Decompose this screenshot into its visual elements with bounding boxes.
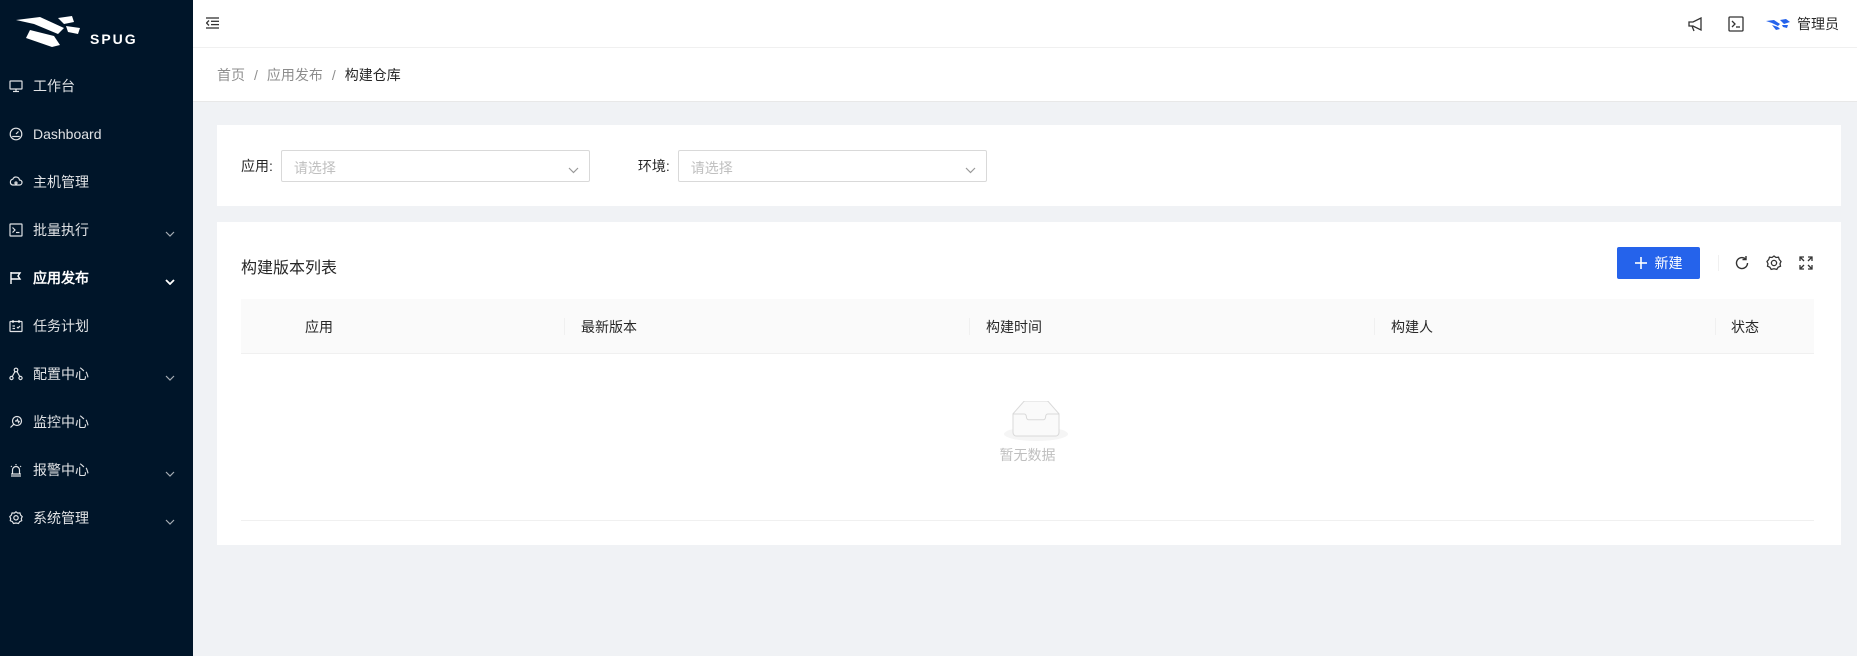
notification-icon[interactable] [1686, 14, 1706, 34]
desktop-icon [8, 78, 24, 94]
reload-icon[interactable] [1733, 254, 1751, 272]
table-header: 应用 最新版本 构建时间 构建人 状态 [241, 299, 1814, 354]
sidebar-menu: 工作台 Dashboard 主机管理批量执行应用发布任务计划配置中心监控中心报警中心… [0, 66, 193, 538]
deployment-unit-icon [8, 366, 24, 382]
toolbar-divider [1718, 255, 1719, 271]
column-divider [1374, 318, 1375, 335]
setting-icon [8, 510, 24, 526]
svg-text:SPUG: SPUG [90, 31, 138, 47]
column-header-build-time[interactable]: 构建时间 [986, 317, 1042, 337]
sidebar-item-9[interactable]: 系统管理 [0, 498, 193, 538]
terminal-icon[interactable] [1726, 14, 1746, 34]
new-button-label: 新建 [1654, 255, 1683, 271]
column-divider [1715, 318, 1716, 335]
breadcrumb-current: 构建仓库 [344, 66, 401, 83]
header-actions: 管理员 [1666, 0, 1839, 48]
column-header-latest-version[interactable]: 最新版本 [581, 317, 637, 337]
empty-box-icon [1004, 400, 1068, 445]
sidebar-item-label: 应用发布 [33, 270, 89, 286]
code-icon [8, 222, 24, 238]
sidebar-item-7[interactable]: 监控中心 [0, 402, 193, 442]
chevron-down-icon [165, 368, 175, 384]
cloud-server-icon [8, 174, 24, 190]
app-select[interactable]: 请选择 [280, 149, 590, 182]
sidebar-item-label: 工作台 [33, 78, 75, 94]
chevron-down-icon [165, 224, 175, 240]
env-filter-label: 环境: [637, 157, 670, 174]
logo[interactable]: SPUG [0, 0, 193, 64]
sidebar-item-3[interactable]: 批量执行 [0, 210, 193, 250]
schedule-icon [8, 318, 24, 334]
fullscreen-icon[interactable] [1797, 254, 1815, 272]
sidebar-item-label: 任务计划 [33, 318, 89, 334]
breadcrumb-separator: / [254, 66, 258, 83]
sidebar-item-1[interactable]: Dashboard [0, 114, 193, 154]
user-name: 管理员 [1797, 16, 1839, 32]
column-header-status[interactable]: 状态 [1731, 317, 1759, 337]
table-empty-state: 暂无数据 [241, 354, 1814, 521]
env-select[interactable]: 请选择 [677, 149, 987, 182]
chevron-down-icon [568, 161, 579, 177]
monitor-icon [8, 414, 24, 430]
menu-fold-icon[interactable] [205, 16, 219, 32]
sidebar-item-label: 系统管理 [33, 510, 89, 526]
sidebar-item-8[interactable]: 报警中心 [0, 450, 193, 490]
app-filter-label: 应用: [241, 157, 273, 174]
sidebar-item-label: 报警中心 [33, 462, 89, 478]
chevron-down-icon [165, 464, 175, 480]
breadcrumb-parent[interactable]: 应用发布 [267, 65, 323, 85]
sidebar-item-label: 主机管理 [33, 174, 89, 190]
sidebar-item-label: 配置中心 [33, 366, 89, 382]
sidebar-item-label: 监控中心 [33, 414, 89, 430]
sidebar-item-6[interactable]: 配置中心 [0, 354, 193, 394]
breadcrumb-home[interactable]: 首页 [217, 65, 245, 85]
top-header: 管理员 [193, 0, 1857, 48]
breadcrumb-separator: / [331, 66, 336, 83]
alert-icon [8, 462, 24, 478]
filter-panel: 应用: 请选择 环境: 请选择 [217, 125, 1841, 206]
sidebar-item-0[interactable]: 工作台 [0, 66, 193, 106]
sidebar-item-label: Dashboard [33, 126, 102, 142]
flag-icon [8, 270, 24, 286]
sidebar-item-2[interactable]: 主机管理 [0, 162, 193, 202]
column-divider [564, 318, 565, 335]
plus-icon [1634, 257, 1647, 269]
column-divider [969, 318, 970, 335]
sidebar-item-4[interactable]: 应用发布 [0, 258, 193, 298]
spug-logo-icon: SPUG [16, 16, 138, 47]
app-select-placeholder: 请选择 [293, 159, 336, 176]
column-header-app[interactable]: 应用 [305, 317, 333, 337]
chevron-down-icon [165, 272, 175, 288]
column-header-builder[interactable]: 构建人 [1391, 317, 1433, 337]
build-list-card: 构建版本列表 新建 应用 最新版本 构建时间 构建人 状态 暂无数据 [217, 222, 1841, 545]
sidebar-item-label: 批量执行 [33, 222, 89, 238]
setting-icon[interactable] [1765, 254, 1783, 272]
sidebar: SPUG 工作台 Dashboard 主机管理批量执行应用发布任务计划配置中心监控中… [0, 0, 193, 656]
chevron-down-icon [965, 161, 976, 177]
env-select-placeholder: 请选择 [690, 159, 733, 176]
empty-text: 暂无数据 [999, 447, 1056, 463]
table-title: 构建版本列表 [241, 260, 338, 277]
chevron-down-icon [165, 512, 175, 528]
sidebar-item-5[interactable]: 任务计划 [0, 306, 193, 346]
user-menu[interactable]: 管理员 [1766, 14, 1839, 34]
avatar [1766, 19, 1790, 30]
new-button[interactable]: 新建 [1617, 247, 1700, 279]
breadcrumb: 首页 / 应用发布 / 构建仓库 [193, 48, 1857, 102]
dashboard-icon [8, 126, 24, 142]
